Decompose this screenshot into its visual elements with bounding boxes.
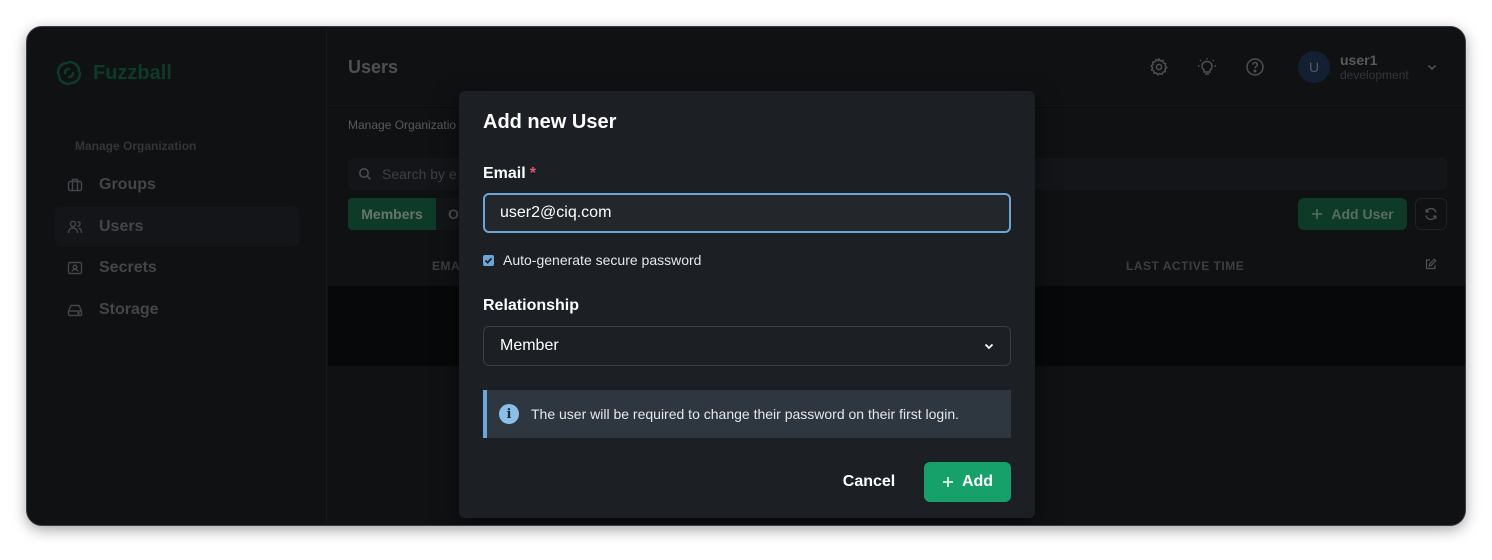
add-user-dialog: Add new User Email* Auto-generate secure… bbox=[459, 91, 1035, 518]
info-text: The user will be required to change thei… bbox=[531, 406, 959, 422]
cancel-button[interactable]: Cancel bbox=[834, 462, 904, 502]
relationship-value: Member bbox=[500, 337, 559, 354]
checkmark-icon bbox=[484, 257, 493, 264]
email-label: Email * bbox=[483, 165, 536, 183]
info-icon: i bbox=[499, 404, 519, 424]
add-button[interactable]: Add bbox=[924, 462, 1011, 502]
required-mark: * bbox=[529, 165, 536, 182]
info-alert: i The user will be required to change th… bbox=[483, 390, 1011, 438]
auto-password-checkbox[interactable] bbox=[483, 254, 494, 266]
plus-icon bbox=[942, 477, 953, 487]
relationship-label: Relationship bbox=[483, 297, 580, 314]
auto-password-label: Auto-generate secure password bbox=[503, 252, 702, 268]
add-button-label: Add bbox=[961, 473, 994, 490]
relationship-select[interactable]: Member bbox=[483, 326, 1011, 366]
chevron-down-icon bbox=[984, 343, 994, 350]
auto-password-row[interactable]: Auto-generate secure password bbox=[483, 252, 701, 268]
app-window: Fuzzball Manage Organization Groups User… bbox=[26, 26, 1466, 526]
dialog-title: Add new User bbox=[483, 111, 617, 133]
email-label-text: Email bbox=[483, 165, 526, 182]
email-field[interactable] bbox=[483, 193, 1011, 233]
